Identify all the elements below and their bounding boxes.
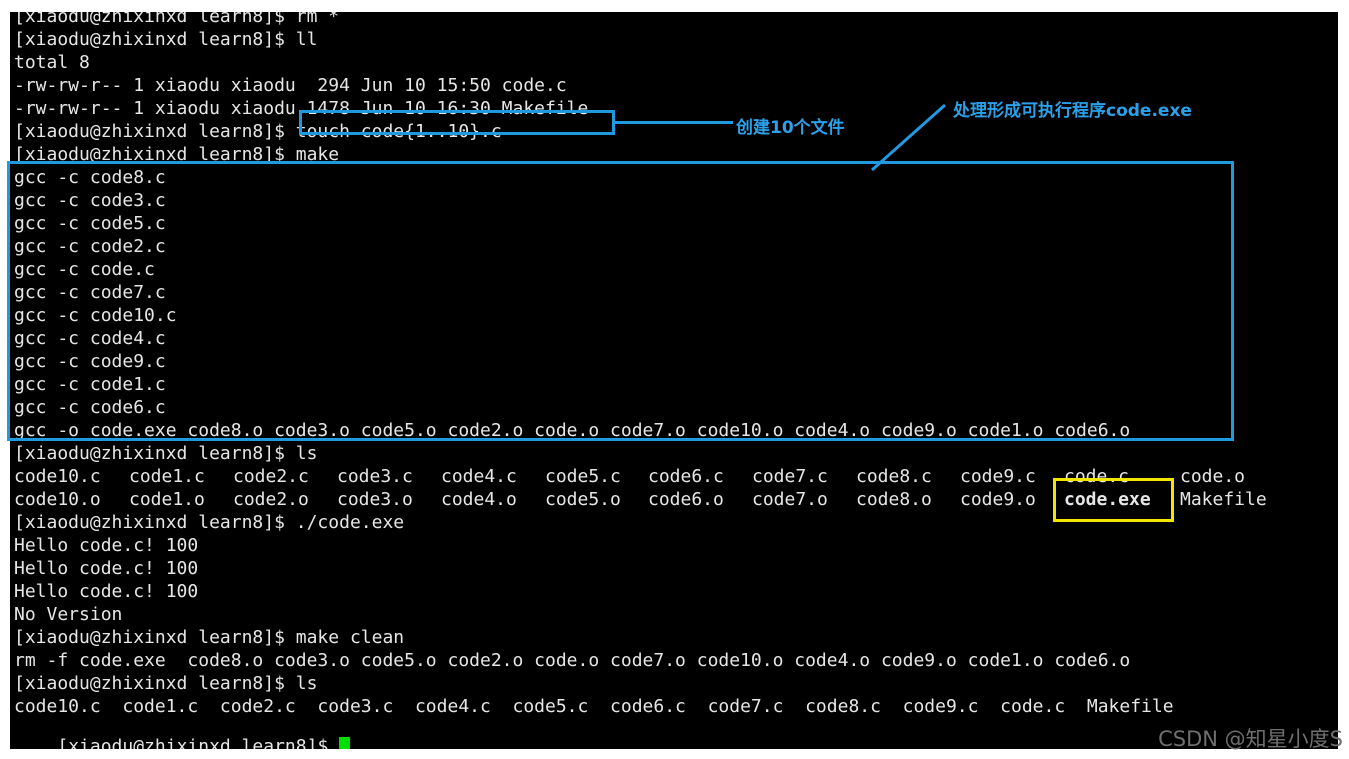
ls-file-entry: code5.o: [545, 489, 621, 510]
terminal-line: Hello code.c! 100: [14, 535, 199, 556]
code-exe-highlight-box: [1053, 478, 1174, 522]
touch-annotation: 创建10个文件: [736, 118, 845, 138]
ls-file-entry: code7.o: [752, 489, 828, 510]
ls-file-entry: code4.o: [441, 489, 517, 510]
terminal-line: Hello code.c! 100: [14, 558, 199, 579]
terminal-line: Hello code.c! 100: [14, 581, 199, 602]
ls-file-entry: code8.c: [856, 466, 932, 487]
terminal-line: [xiaodu@zhixinxd learn8]$ ls: [14, 673, 318, 694]
terminal-line: [xiaodu@zhixinxd learn8]$ make clean: [14, 627, 405, 648]
cursor-block: [339, 737, 351, 749]
terminal-line: -rw-rw-r-- 1 xiaodu xiaodu 294 Jun 10 15…: [14, 75, 567, 96]
prompt-text: [xiaodu@zhixinxd learn8]$: [57, 736, 340, 749]
ls-file-entry: code10.c: [14, 466, 101, 487]
touch-arrow-line: [615, 121, 733, 124]
ls-file-entry: code10.o: [14, 489, 101, 510]
ls-file-entry: code6.c: [648, 466, 724, 487]
terminal-line: [xiaodu@zhixinxd learn8]$ ll: [14, 29, 318, 50]
ls-file-entry: code2.c: [233, 466, 309, 487]
ls-file-entry: code1.c: [129, 466, 205, 487]
make-output-highlight-box: [7, 161, 1234, 441]
ls-file-entry: code9.c: [960, 466, 1036, 487]
ls-file-entry: code1.o: [129, 489, 205, 510]
ls-file-entry: code.o: [1180, 466, 1246, 487]
watermark: CSDN @知星小度S: [1158, 727, 1343, 751]
ls-file-entry: code8.o: [856, 489, 932, 510]
active-prompt-line[interactable]: [xiaodu@zhixinxd learn8]$: [14, 712, 351, 749]
ls-file-entry: code4.c: [441, 466, 517, 487]
make-annotation: 处理形成可执行程序code.exe: [953, 101, 1192, 121]
ls-file-entry: code6.o: [648, 489, 724, 510]
ls-file-entry: code9.o: [960, 489, 1036, 510]
terminal-line: [xiaodu@zhixinxd learn8]$ ls: [14, 443, 318, 464]
touch-command-highlight-box: [299, 110, 615, 135]
ls-file-entry: code7.c: [752, 466, 828, 487]
ls-file-entry: code3.c: [337, 466, 413, 487]
ls-file-entry: code3.o: [337, 489, 413, 510]
ls-file-entry: Makefile: [1180, 489, 1267, 510]
terminal-line: [xiaodu@zhixinxd learn8]$ ./code.exe: [14, 512, 405, 533]
terminal-line: rm -f code.exe code8.o code3.o code5.o c…: [14, 650, 1131, 671]
ls-file-entry: code5.c: [545, 466, 621, 487]
terminal-line: No Version: [14, 604, 123, 625]
terminal-line: total 8: [14, 52, 90, 73]
ls-file-entry: code2.o: [233, 489, 309, 510]
make-arrow-line: [871, 103, 946, 172]
terminal-line: [xiaodu@zhixinxd learn8]$ rm *: [14, 12, 340, 27]
